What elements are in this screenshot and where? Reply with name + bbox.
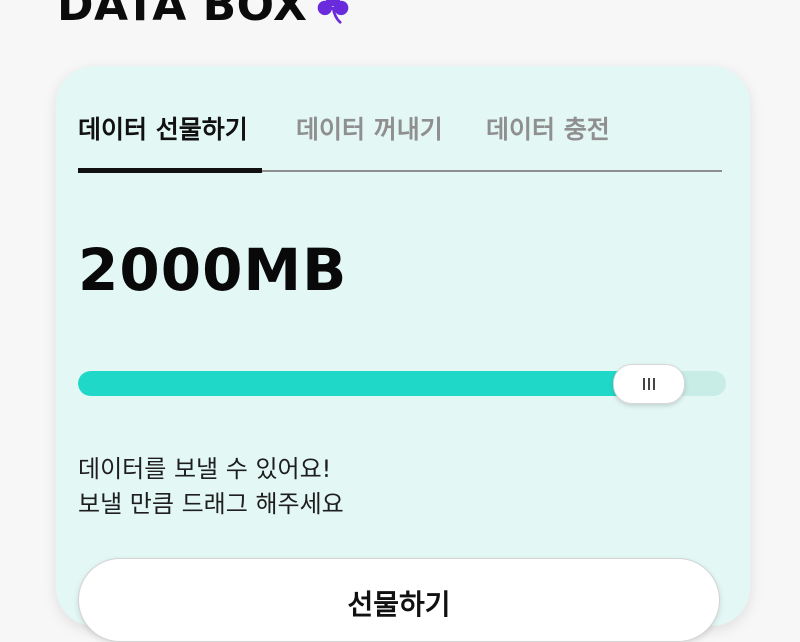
tab-label: 데이터 충전 xyxy=(486,115,610,144)
active-tab-indicator xyxy=(78,168,262,173)
tab-label: 데이터 꺼내기 xyxy=(296,115,443,144)
slider-fill xyxy=(78,371,649,396)
data-amount: 2000MB xyxy=(78,236,348,304)
data-box-card: 데이터 선물하기 데이터 꺼내기 데이터 충전 2000MB 데이터를 보낼 수… xyxy=(56,66,750,642)
brand-header: DATA BOX xyxy=(57,0,351,28)
submit-label: 선물하기 xyxy=(347,588,451,621)
helper-line-1: 데이터를 보낼 수 있어요! xyxy=(78,455,332,483)
gift-submit-button[interactable]: 선물하기 xyxy=(78,558,720,642)
tab-take-out-data[interactable]: 데이터 꺼내기 xyxy=(296,112,443,148)
helper-text: 데이터를 보낼 수 있어요! 보낼 만큼 드래그 해주세요 xyxy=(78,452,344,522)
helper-line-2: 보낼 만큼 드래그 해주세요 xyxy=(78,490,344,518)
clover-icon xyxy=(318,0,349,24)
grip-icon xyxy=(648,378,651,390)
tab-charge-data[interactable]: 데이터 충전 xyxy=(486,112,610,148)
tab-label: 데이터 선물하기 xyxy=(78,115,248,144)
tab-bar: 데이터 선물하기 데이터 꺼내기 데이터 충전 xyxy=(78,112,722,173)
grip-icon xyxy=(653,378,656,390)
slider-handle[interactable] xyxy=(613,364,686,404)
tab-gift-data[interactable]: 데이터 선물하기 xyxy=(78,112,248,148)
brand-title: DATA BOX xyxy=(57,0,308,31)
data-amount-slider[interactable] xyxy=(78,364,726,404)
grip-icon xyxy=(643,378,646,390)
